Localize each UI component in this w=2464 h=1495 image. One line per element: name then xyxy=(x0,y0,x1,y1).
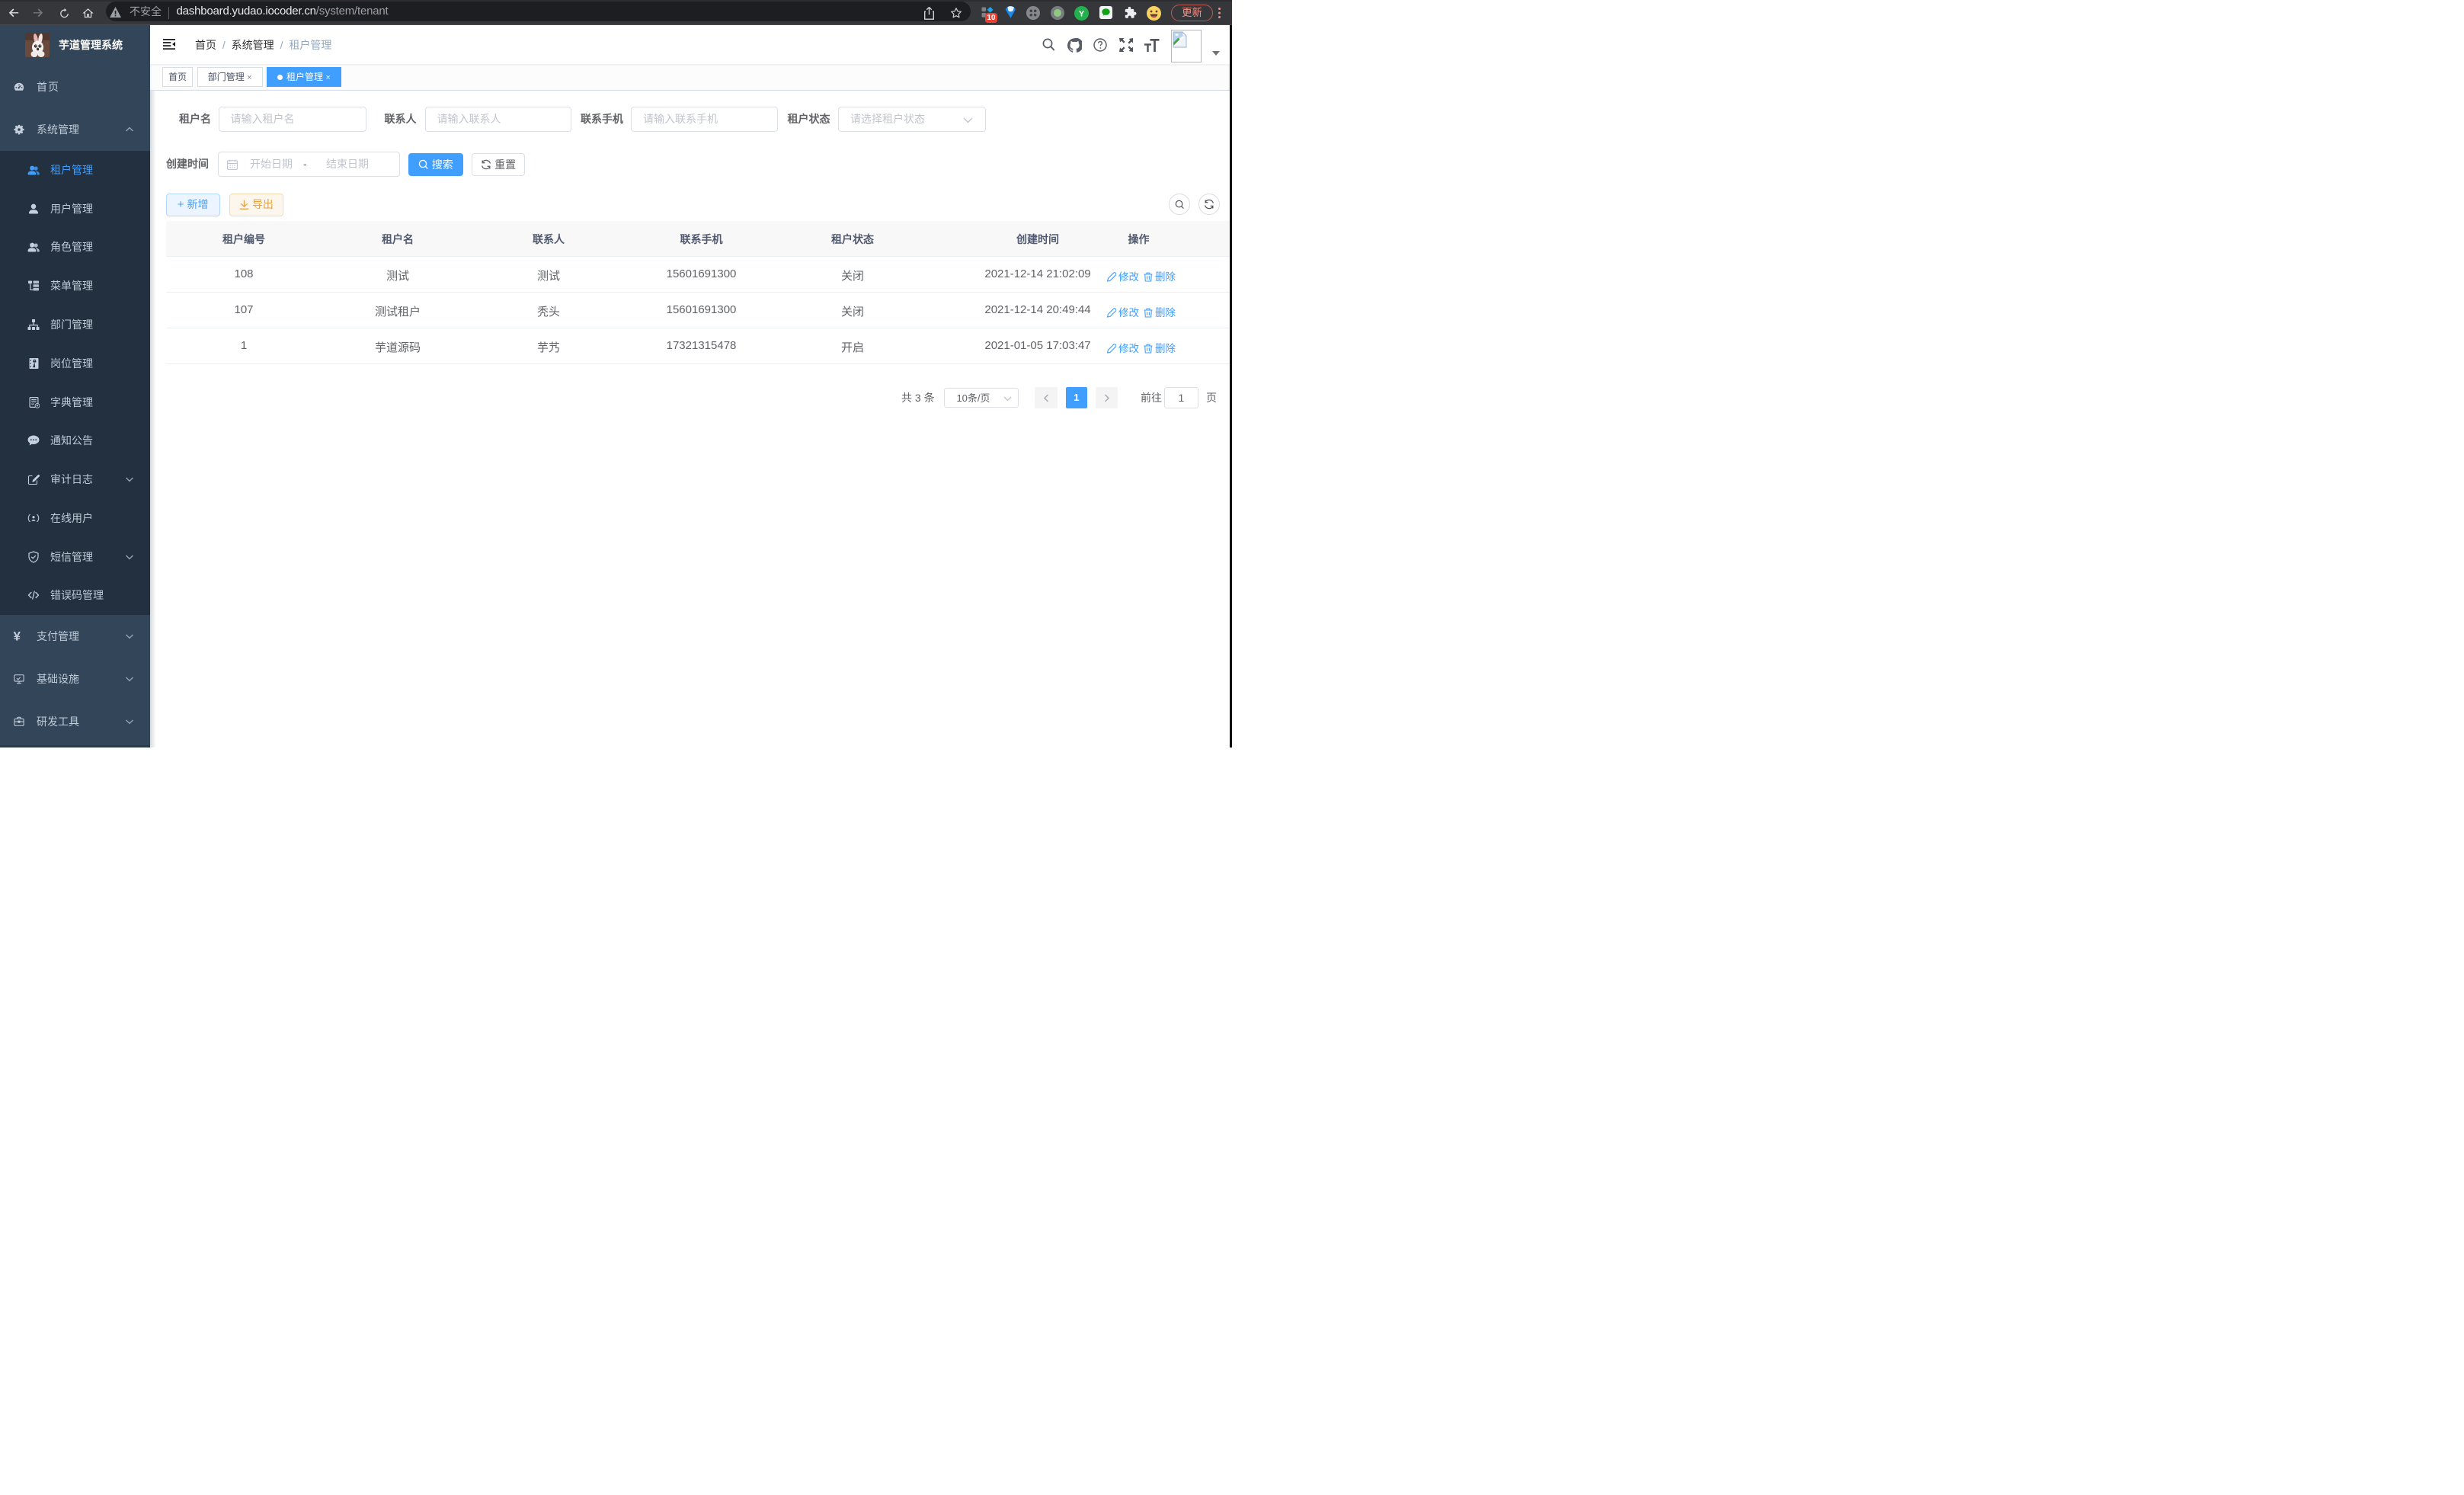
svg-text:Y: Y xyxy=(1079,9,1085,18)
